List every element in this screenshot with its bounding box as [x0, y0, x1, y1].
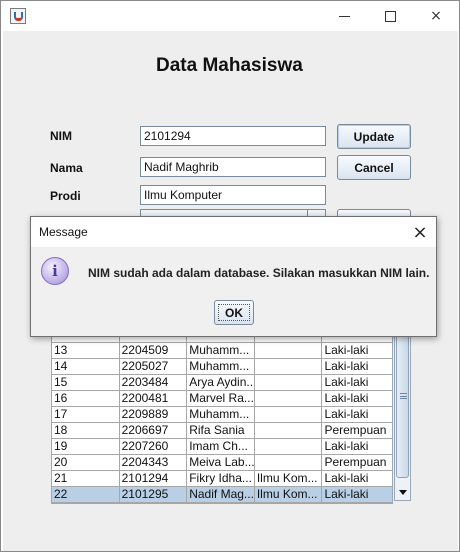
nim-label: NIM: [50, 129, 72, 143]
table-scrollbar[interactable]: [394, 311, 411, 501]
scroll-down-button[interactable]: [395, 484, 410, 500]
mahasiswa-table[interactable]: 13 2204509 Muhamm... Laki-laki 14 2205027 Muh…: [51, 311, 393, 504]
minimize-icon: [338, 15, 350, 17]
close-icon: ×: [412, 221, 428, 243]
nim-field[interactable]: 2101294: [140, 126, 326, 146]
table-row[interactable]: 19 2207260 Imam Ch... Laki-laki: [52, 439, 393, 455]
table-row[interactable]: 15 2203484 Arya Aydin... Laki-laki: [52, 375, 393, 391]
dialog-message: NIM sudah ada dalam database. Silakan ma…: [88, 266, 430, 280]
table-row[interactable]: 14 2205027 Muhamm... Laki-laki: [52, 359, 393, 375]
title-bar: ×: [1, 1, 459, 31]
info-icon: i: [41, 257, 69, 285]
dialog-title-bar: Message ×: [31, 217, 436, 247]
nama-field[interactable]: Nadif Maghrib: [140, 157, 326, 177]
maximize-button[interactable]: [367, 1, 413, 31]
dialog-close-button[interactable]: ×: [404, 217, 436, 247]
grip-icon: [400, 393, 407, 399]
close-icon: ×: [430, 8, 442, 24]
page-title: Data Mahasiswa: [156, 55, 303, 76]
table-row[interactable]: 18 2206697 Rifa Sania Perempuan: [52, 423, 393, 439]
arrow-down-icon: [398, 489, 407, 495]
table-row-selected[interactable]: 22 2101295 Nadif Mag... Ilmu Kom... Laki-lak…: [52, 487, 393, 503]
message-dialog: Message × i NIM sudah ada dalam database…: [30, 216, 437, 337]
focus-ring: [218, 304, 250, 321]
table-row[interactable]: 16 2200481 Marvel Ra... Laki-laki: [52, 391, 393, 407]
table-row[interactable]: 13 2204509 Muhamm... Laki-laki: [52, 343, 393, 359]
maximize-icon: [384, 10, 396, 22]
prodi-field[interactable]: Ilmu Komputer: [140, 185, 326, 205]
java-app-icon: [10, 8, 26, 24]
ok-button[interactable]: OK: [214, 300, 254, 325]
prodi-label: Prodi: [50, 189, 81, 203]
table-row[interactable]: 17 2209889 Muhamm... Laki-laki: [52, 407, 393, 423]
minimize-button[interactable]: [321, 1, 367, 31]
nama-label: Nama: [50, 161, 83, 175]
close-button[interactable]: ×: [413, 1, 459, 31]
dialog-title: Message: [39, 225, 88, 239]
table-row[interactable]: 21 2101294 Fikry Idha... Ilmu Kom... Laki-la…: [52, 471, 393, 487]
table-row[interactable]: 20 2204343 Meiva Lab... Perempuan: [52, 455, 393, 471]
cancel-button[interactable]: Cancel: [337, 155, 411, 180]
update-button[interactable]: Update: [337, 124, 411, 149]
scroll-thumb[interactable]: [396, 314, 409, 478]
